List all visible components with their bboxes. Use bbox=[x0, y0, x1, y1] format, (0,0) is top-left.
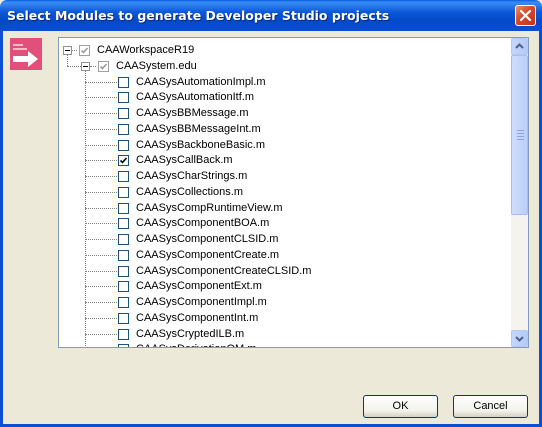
tree-connector bbox=[67, 65, 81, 67]
module-checkbox[interactable] bbox=[118, 76, 129, 88]
module-checkbox[interactable] bbox=[118, 155, 129, 167]
module-checkbox[interactable] bbox=[118, 92, 129, 104]
module-tree[interactable]: CAAWorkspaceR19 CAASystem.edu CAASysAutoma… bbox=[58, 37, 529, 348]
check-mark-icon bbox=[99, 63, 108, 70]
tree-connector bbox=[85, 207, 117, 209]
close-icon bbox=[519, 9, 532, 22]
tree-node-module[interactable]: CAASysBBMessageInt.m bbox=[136, 123, 261, 136]
tree-node-module[interactable]: CAASysComponentCLSID.m bbox=[136, 233, 278, 246]
module-checkbox[interactable] bbox=[118, 249, 129, 261]
tree-connector bbox=[85, 239, 117, 240]
cancel-button[interactable]: Cancel bbox=[453, 395, 528, 418]
module-checkbox[interactable] bbox=[118, 218, 129, 230]
framework-checkbox[interactable] bbox=[98, 60, 109, 72]
tree-connector bbox=[85, 191, 117, 193]
tree-node-module[interactable]: CAASysComponentBOA.m bbox=[136, 217, 269, 230]
tree-node-module[interactable]: CAASysBackboneBasic.m bbox=[136, 139, 265, 152]
title-bar[interactable]: Select Modules to generate Developer Stu… bbox=[0, 0, 542, 31]
tree-node-module[interactable]: CAASysComponentCreate.m bbox=[136, 249, 279, 262]
root-checkbox[interactable] bbox=[79, 45, 90, 56]
tree-node-root[interactable]: CAAWorkspaceR19 bbox=[97, 44, 194, 57]
tree-connector bbox=[85, 254, 117, 256]
chevron-up-icon bbox=[515, 43, 524, 49]
tree-connector bbox=[67, 55, 68, 66]
module-checkbox[interactable] bbox=[118, 139, 129, 151]
tree-connector bbox=[85, 144, 117, 146]
tree-connector bbox=[85, 97, 117, 99]
module-checkbox[interactable] bbox=[118, 186, 129, 198]
scroll-down-button[interactable] bbox=[511, 330, 528, 347]
module-checkbox[interactable] bbox=[118, 234, 129, 245]
module-checkbox[interactable] bbox=[118, 108, 129, 119]
tree-node-module[interactable]: CAASysComponentInt.m bbox=[136, 312, 258, 325]
module-checkbox[interactable] bbox=[118, 328, 129, 340]
grip-line bbox=[517, 139, 524, 140]
tree-connector bbox=[85, 113, 117, 114]
module-checkbox[interactable] bbox=[118, 297, 129, 308]
expand-collapse-icon[interactable] bbox=[81, 61, 90, 71]
scroll-thumb[interactable] bbox=[511, 55, 528, 215]
check-mark-icon bbox=[80, 47, 89, 54]
tree-connector bbox=[85, 286, 117, 288]
module-checkbox[interactable] bbox=[118, 344, 129, 347]
vertical-scrollbar[interactable] bbox=[511, 38, 528, 347]
tree-node-module[interactable]: CAASysCharStrings.m bbox=[136, 170, 247, 183]
grip-line bbox=[517, 136, 524, 137]
tree-node-module[interactable]: CAASysCallBack.m bbox=[136, 154, 233, 167]
module-checkbox[interactable] bbox=[118, 281, 129, 293]
scroll-up-button[interactable] bbox=[511, 38, 528, 55]
tree-connector bbox=[85, 160, 117, 162]
tree-node-framework[interactable]: CAASystem.edu bbox=[116, 60, 197, 73]
tree-connector bbox=[72, 50, 77, 51]
tree-node-module[interactable]: CAASysAutomationItf.m bbox=[136, 91, 254, 104]
module-checkbox[interactable] bbox=[118, 123, 129, 135]
tree-node-module[interactable]: CAASysComponentImpl.m bbox=[136, 296, 267, 309]
tree-node-module[interactable]: CAASysCollections.m bbox=[136, 186, 243, 199]
module-checkbox[interactable] bbox=[118, 312, 129, 324]
tree-node-module[interactable]: CAASysComponentCreateCLSID.m bbox=[136, 265, 311, 278]
module-checkbox[interactable] bbox=[118, 171, 129, 182]
tree-node-module[interactable]: CAASysBBMessage.m bbox=[136, 107, 248, 120]
check-mark-icon bbox=[119, 157, 128, 164]
grip-line bbox=[517, 130, 524, 131]
tree-node-module[interactable]: CAASysDerivationOM.m bbox=[136, 343, 256, 347]
tree-connector bbox=[85, 302, 117, 303]
tree-connector bbox=[85, 317, 117, 319]
window-title: Select Modules to generate Developer Stu… bbox=[7, 8, 390, 23]
module-checkbox[interactable] bbox=[118, 202, 129, 214]
tree-connector bbox=[85, 81, 117, 83]
tree-node-module[interactable]: CAASysComponentExt.m bbox=[136, 280, 262, 293]
tree-connector bbox=[85, 176, 117, 177]
tree-connector bbox=[85, 333, 117, 335]
tree-node-module[interactable]: CAASysCryptedILB.m bbox=[136, 328, 244, 341]
grip-line bbox=[517, 133, 524, 134]
expand-collapse-icon[interactable] bbox=[63, 46, 72, 55]
module-checkbox[interactable] bbox=[118, 265, 129, 277]
tree-connector bbox=[85, 128, 117, 130]
arrow-right-icon bbox=[10, 38, 42, 70]
tree-node-module[interactable]: CAASysAutomationImpl.m bbox=[136, 76, 266, 89]
tree-connector bbox=[90, 65, 96, 67]
tree-connector bbox=[85, 223, 117, 225]
tree-node-module[interactable]: CAASysCompRuntimeView.m bbox=[136, 202, 283, 215]
close-button[interactable] bbox=[515, 5, 536, 26]
ok-button[interactable]: OK bbox=[363, 395, 438, 418]
tree-connector bbox=[85, 270, 117, 272]
chevron-down-icon bbox=[515, 336, 524, 342]
